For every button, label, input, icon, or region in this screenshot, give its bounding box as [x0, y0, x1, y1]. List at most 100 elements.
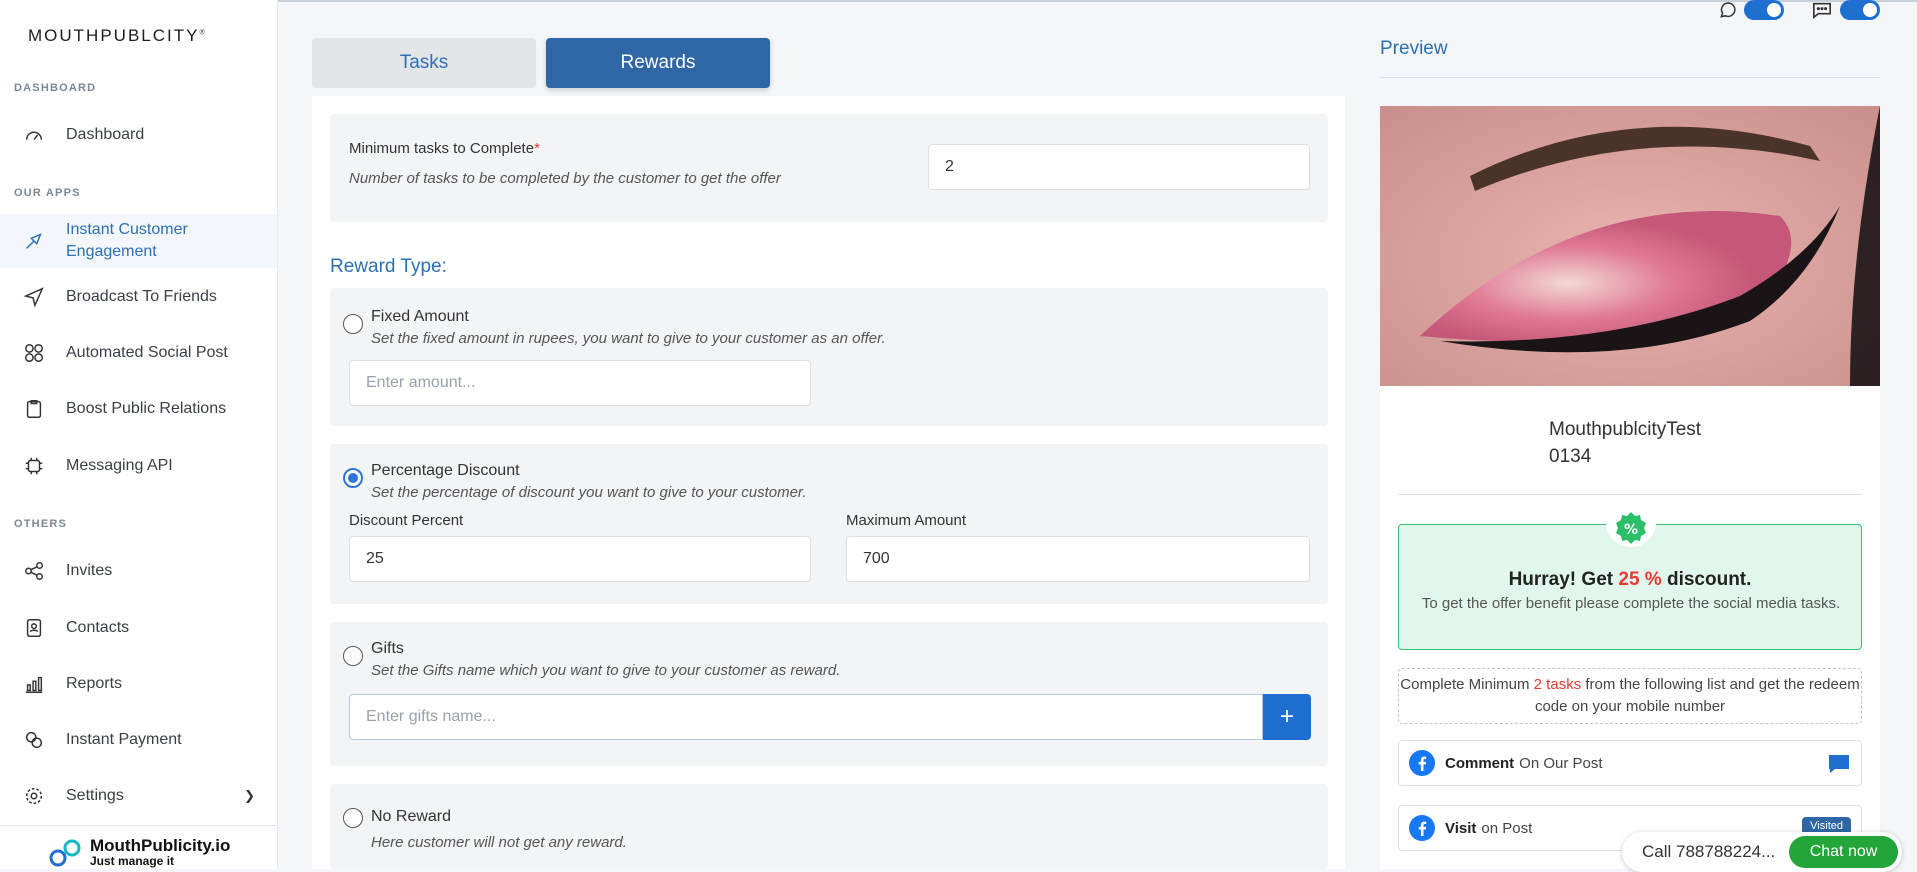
sidebar: MOUTHPUBLCITY® DASHBOARD Dashboard OUR A…	[0, 0, 278, 869]
sidebar-item-label: Broadcast To Friends	[66, 288, 217, 305]
offer-box: % Hurray! Get 25 % discount. To get the …	[1398, 503, 1862, 650]
sidebar-item-label: Messaging API	[66, 457, 173, 474]
min-tasks-notice: Complete Minimum 2 tasks from the follow…	[1398, 668, 1862, 724]
brand-text: MOUTHPUBLCITY	[28, 26, 200, 45]
preview-title: Preview	[1380, 38, 1448, 59]
offer-suffix: discount.	[1661, 569, 1752, 590]
fixed-amount-hint: Set the fixed amount in rupees, you want…	[371, 330, 886, 347]
sidebar-item-messaging-api[interactable]: Messaging API	[0, 449, 277, 483]
chat-now-button[interactable]: Chat now	[1789, 836, 1898, 868]
sidebar-item-settings[interactable]: Settings ❯	[0, 779, 277, 813]
sidebar-item-boost-pr[interactable]: Boost Public Relations	[0, 392, 277, 426]
gauge-icon	[22, 123, 46, 147]
footer-logo-tagline: Just manage it	[90, 854, 175, 868]
chat-widget: Call 788788224... Chat now	[1622, 832, 1902, 872]
task-row-comment[interactable]: Comment On Our Post	[1398, 740, 1862, 786]
fixed-amount-radio[interactable]	[343, 314, 363, 334]
discount-percent-label: Discount Percent	[349, 512, 464, 529]
percent-badge-icon: %	[1616, 512, 1646, 544]
payment-icon	[22, 728, 46, 752]
brand-mark: ®	[199, 29, 207, 37]
bar-chart-icon	[22, 672, 46, 696]
contact-card-icon	[22, 616, 46, 640]
preview-card-divider	[1398, 494, 1862, 495]
task-target: on Post	[1481, 819, 1533, 837]
fixed-amount-title: Fixed Amount	[371, 308, 469, 325]
percentage-discount-card: Percentage Discount Set the percentage o…	[330, 444, 1328, 604]
section-label-dashboard: DASHBOARD	[14, 82, 97, 94]
megaphone-icon	[22, 229, 46, 253]
facebook-icon	[1409, 815, 1435, 841]
add-gift-button[interactable]: +	[1263, 694, 1311, 740]
fixed-amount-input[interactable]: Enter amount...	[349, 360, 811, 406]
gifts-input[interactable]: Enter gifts name...	[349, 694, 1263, 740]
chevron-right-icon: ❯	[244, 788, 255, 803]
sidebar-item-label: Contacts	[66, 619, 130, 636]
call-number[interactable]: Call 788788224...	[1642, 842, 1775, 862]
business-name-text: MouthpublcityTest	[1549, 419, 1702, 440]
footer-logo-name: MouthPublicity.io	[90, 836, 231, 855]
tab-rewards[interactable]: Rewards	[546, 38, 770, 88]
min-count: 2 tasks	[1533, 676, 1582, 693]
sidebar-item-label: Automated Social Post	[66, 344, 228, 361]
tab-tasks[interactable]: Tasks	[312, 38, 536, 88]
sidebar-item-label: Settings	[66, 787, 124, 804]
offer-value: 25 %	[1618, 569, 1662, 590]
min-suffix: from the following list and get the rede…	[1534, 676, 1860, 715]
min-tasks-card: Minimum tasks to Complete* Number of tas…	[330, 114, 1328, 222]
min-tasks-label: Minimum tasks to Complete	[349, 140, 535, 157]
svg-text:%: %	[1624, 522, 1638, 538]
sidebar-item-label: Boost Public Relations	[66, 400, 227, 417]
sidebar-item-label: Dashboard	[66, 126, 145, 143]
sidebar-item-automated-social-post[interactable]: Automated Social Post	[0, 336, 277, 370]
rewards-form: Minimum tasks to Complete* Number of tas…	[312, 96, 1345, 869]
sidebar-item-reports[interactable]: Reports	[0, 667, 277, 701]
social-grid-icon	[22, 341, 46, 365]
percentage-discount-radio[interactable]	[343, 468, 363, 488]
sidebar-item-label: Reports	[66, 675, 123, 692]
fixed-amount-card: Fixed Amount Set the fixed amount in rup…	[330, 288, 1328, 426]
business-code-text: 0134	[1549, 446, 1592, 467]
gifts-hint: Set the Gifts name which you want to giv…	[371, 662, 841, 679]
section-label-others: OTHERS	[14, 518, 68, 530]
clipboard-icon	[22, 397, 46, 421]
sidebar-item-label: Invites	[66, 562, 113, 579]
percentage-discount-hint: Set the percentage of discount you want …	[371, 484, 807, 501]
gifts-radio[interactable]	[343, 646, 363, 666]
facebook-icon	[1409, 750, 1435, 776]
sidebar-item-invites[interactable]: Invites	[0, 554, 277, 588]
whatsapp-toggle[interactable]	[1744, 0, 1784, 20]
reward-type-heading: Reward Type:	[330, 256, 447, 277]
maximum-amount-label: Maximum Amount	[846, 512, 967, 529]
gear-icon	[22, 784, 46, 808]
discount-percent-input[interactable]: 25	[349, 536, 811, 582]
sidebar-item-instant-customer-engagement[interactable]: Instant Customer Engagement	[0, 214, 277, 268]
sidebar-item-dashboard[interactable]: Dashboard	[0, 118, 277, 152]
no-reward-hint: Here customer will not get any reward.	[371, 834, 627, 851]
sidebar-item-contacts[interactable]: Contacts	[0, 611, 277, 645]
task-target: On Our Post	[1519, 754, 1603, 772]
sidebar-item-broadcast[interactable]: Broadcast To Friends	[0, 280, 277, 314]
mouthpublicity-logo-icon	[49, 839, 81, 867]
business-name: MouthpublcityTest 0134	[1549, 416, 1701, 470]
task-action: Visit	[1445, 819, 1477, 837]
no-reward-radio[interactable]	[343, 808, 363, 828]
maximum-amount-input[interactable]: 700	[846, 536, 1310, 582]
share-icon	[22, 559, 46, 583]
section-label-apps: OUR APPS	[14, 187, 81, 199]
sidebar-divider	[0, 825, 277, 826]
task-action: Comment	[1445, 754, 1515, 772]
percentage-discount-title: Percentage Discount	[371, 462, 520, 479]
offer-subtext: To get the offer benefit please complete…	[1421, 595, 1841, 612]
offer-prefix: Hurray! Get	[1508, 569, 1619, 590]
sms-toggle[interactable]	[1840, 0, 1880, 20]
preview-divider	[1380, 77, 1880, 78]
whatsapp-icon	[1718, 0, 1738, 25]
sidebar-item-instant-payment[interactable]: Instant Payment	[0, 723, 277, 757]
min-tasks-input[interactable]: 2	[928, 144, 1310, 190]
brand-logo[interactable]: MOUTHPUBLCITY®	[28, 26, 207, 46]
offer-banner-image	[1380, 106, 1880, 386]
sidebar-item-label: Instant Payment	[66, 731, 182, 748]
footer-logo[interactable]: MouthPublicity.io Just manage it	[48, 836, 230, 870]
send-icon	[22, 285, 46, 309]
